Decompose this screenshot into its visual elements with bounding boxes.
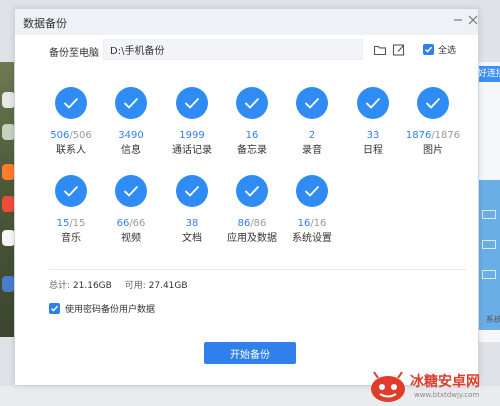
password-backup-checkbox[interactable]: 使用密码备份用户数据 [49,302,155,315]
backup-path-label: 备份至电脑 [49,48,99,59]
select-all-checkbox[interactable]: 全选 [423,43,456,56]
category-count: 1876/1876 [401,130,465,142]
background-label: 系统 [486,315,500,324]
storage-info: 总计: 21.16GB 可用: 27.41GB [49,278,198,291]
category-tile[interactable]: 506/506 联系人 [39,87,103,157]
category-count: 15/15 [39,218,103,230]
start-backup-button[interactable]: 开始备份 [204,342,296,364]
category-count: 16/16 [280,218,344,230]
category-tile[interactable]: 1999 通话记录 [160,87,224,157]
total-size-label: 总计: [49,281,71,291]
category-done-count: 1876 [405,130,432,141]
total-size-value: 21.16GB [72,281,112,291]
category-tile[interactable]: 16 备忘录 [220,87,284,157]
category-tile[interactable]: 16/16 系统设置 [280,175,344,245]
category-done-count: 66 [116,218,130,229]
check-icon [55,175,87,207]
category-name: 系统设置 [292,233,332,244]
background-panel [478,180,500,330]
title-bar: 数据备份 [15,9,478,35]
category-done-count: 16 [245,130,259,141]
check-icon [357,87,389,119]
category-done-count: 15 [56,218,70,229]
category-name: 音乐 [61,233,81,244]
category-tile[interactable]: 1876/1876 图片 [401,87,465,157]
window-title: 数据备份 [23,17,67,30]
free-space-value: 27.41GB [148,281,188,291]
category-done-count: 2 [308,130,316,141]
check-icon [296,175,328,207]
watermark-text: 冰糖安卓网 [410,374,480,390]
category-count: 66/66 [99,218,163,230]
divider [49,269,467,270]
category-total-count: /16 [310,218,327,229]
category-name: 通话记录 [172,145,212,156]
category-tile[interactable]: 3490 信息 [99,87,163,157]
watermark: 冰糖安卓网 www.btxtdwjy.com [360,366,500,406]
backup-path-input[interactable] [103,39,363,60]
category-name: 联系人 [56,145,86,156]
watermark-logo [371,371,405,402]
check-icon [176,87,208,119]
category-count: 2 [280,130,344,142]
category-done-count: 506 [50,130,70,141]
category-done-count: 3490 [118,130,144,141]
category-count: 506/506 [39,130,103,142]
category-tile[interactable]: 15/15 音乐 [39,175,103,245]
edit-icon[interactable] [392,42,406,56]
check-icon [115,175,147,207]
check-icon [296,87,328,119]
category-done-count: 38 [185,218,199,229]
category-count: 16 [220,130,284,142]
category-done-count: 16 [297,218,311,229]
category-name: 文档 [182,233,202,244]
minimize-icon[interactable] [451,14,465,28]
category-name: 录音 [302,145,322,156]
password-backup-label: 使用密码备份用户数据 [65,305,156,315]
category-name: 视频 [121,233,141,244]
check-icon [417,87,449,119]
category-done-count: 1999 [179,130,205,141]
check-icon [176,175,208,207]
category-name: 信息 [121,145,141,156]
category-tile[interactable]: 33 日程 [341,87,405,157]
check-icon [236,87,268,119]
category-name: 日程 [363,145,383,156]
check-icon [49,303,60,314]
close-icon[interactable] [466,14,480,28]
select-all-label: 全选 [438,46,457,56]
category-total-count: /15 [69,218,86,229]
check-icon [115,87,147,119]
free-space-label: 可用: [124,281,146,291]
category-count: 86/86 [220,218,284,230]
check-icon [55,87,87,119]
category-name: 应用及数据 [227,233,277,244]
category-name: 图片 [423,145,443,156]
category-tile[interactable]: 86/86 应用及数据 [220,175,284,245]
category-total-count: /66 [129,218,146,229]
category-done-count: 33 [366,130,380,141]
category-total-count: /1876 [431,130,461,141]
category-total-count: /86 [250,218,267,229]
check-icon [236,175,268,207]
category-tile[interactable]: 66/66 视频 [99,175,163,245]
category-count: 3490 [99,130,163,142]
background-window: 好连接 系统 [478,62,500,342]
category-total-count: /506 [69,130,92,141]
folder-icon[interactable] [373,42,387,56]
check-icon [423,44,434,55]
category-tile[interactable]: 2 录音 [280,87,344,157]
background-connect-button: 好连接 [478,66,500,82]
category-done-count: 86 [237,218,251,229]
category-count: 33 [341,130,405,142]
category-tile[interactable]: 38 文档 [160,175,224,245]
category-count: 1999 [160,130,224,142]
data-backup-dialog: 数据备份 备份至电脑 全选 506/506 联系人 3490 信息 1999 通话记录 16… [14,8,479,386]
category-name: 备忘录 [237,145,267,156]
watermark-url: www.btxtdwjy.com [414,391,480,399]
category-count: 38 [160,218,224,230]
